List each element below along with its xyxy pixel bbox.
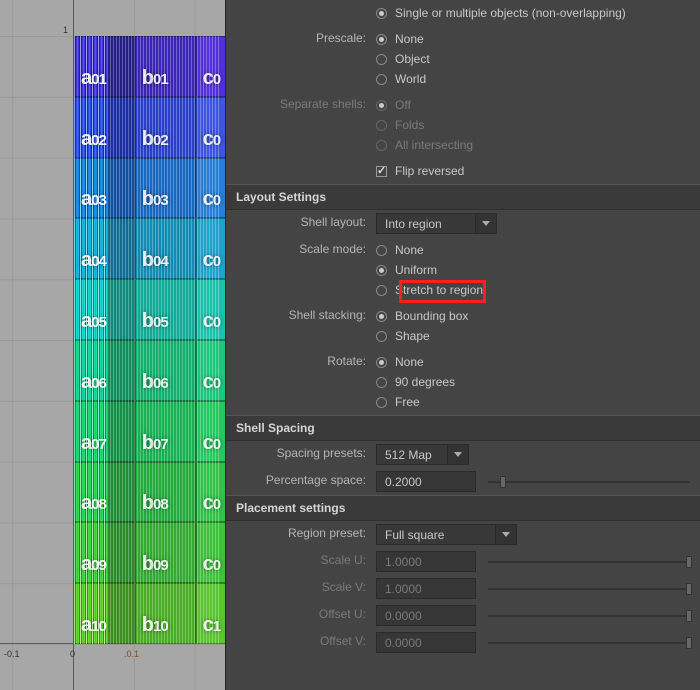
row-offsetV: Offset V:0.0000: [226, 629, 700, 656]
uv-cell: c0: [196, 401, 225, 462]
row-spacing-presets: Spacing presets: 512 Map: [226, 441, 700, 468]
radio-world[interactable]: World: [376, 69, 690, 89]
uv-cell: c0: [196, 279, 225, 340]
radio-folds: Folds: [376, 115, 690, 135]
row-scaleU: Scale U:1.0000: [226, 548, 700, 575]
slider-scaleU: [488, 561, 690, 563]
radio-none[interactable]: None: [376, 29, 690, 49]
radio-none[interactable]: None: [376, 352, 690, 372]
row-prescale: Prescale: NoneObjectWorld: [226, 26, 700, 92]
slider-offsetU: [488, 615, 690, 617]
uv-cell: a05: [74, 279, 135, 340]
uv-cell: a08: [74, 462, 135, 523]
uv-cell: a06: [74, 340, 135, 401]
radio-90-degrees[interactable]: 90 degrees: [376, 372, 690, 392]
input-percentage-space[interactable]: 0.2000: [376, 471, 476, 492]
tick-x1: .0.1: [124, 649, 139, 659]
uv-cell: a07: [74, 401, 135, 462]
row-offsetU: Offset U:0.0000: [226, 602, 700, 629]
slider-offsetV: [488, 642, 690, 644]
input-scaleU: 1.0000: [376, 551, 476, 572]
uv-cell: c0: [196, 36, 225, 97]
uv-cell: c0: [196, 340, 225, 401]
section-placement: Placement settings: [226, 495, 700, 521]
radio-off: Off: [376, 95, 690, 115]
uv-cell: c0: [196, 218, 225, 279]
settings-panel: Single or multiple objects (non-overlapp…: [225, 0, 700, 690]
section-layout: Layout Settings: [226, 184, 700, 210]
select-spacing-presets[interactable]: 512 Map: [376, 444, 448, 465]
input-offsetV: 0.0000: [376, 632, 476, 653]
uv-cell: a02: [74, 97, 135, 158]
uv-cell: c0: [196, 158, 225, 219]
uv-cell: b05: [135, 279, 196, 340]
radio-object[interactable]: Object: [376, 49, 690, 69]
radio-none[interactable]: None: [376, 240, 690, 260]
uv-cell: b07: [135, 401, 196, 462]
chevron-down-icon[interactable]: [496, 524, 517, 545]
uv-cell: c0: [196, 522, 225, 583]
row-single-multi: Single or multiple objects (non-overlapp…: [226, 0, 700, 26]
input-offsetU: 0.0000: [376, 605, 476, 626]
row-separate: Separate shells: OffFoldsAll intersectin…: [226, 92, 700, 158]
uv-cell: c1: [196, 583, 225, 644]
radio-uniform[interactable]: Uniform: [376, 260, 690, 280]
slider-scaleV: [488, 588, 690, 590]
uv-cell: b10: [135, 583, 196, 644]
chevron-down-icon[interactable]: [476, 213, 497, 234]
uv-cell: b01: [135, 36, 196, 97]
radio-bounding-box[interactable]: Bounding box: [376, 306, 690, 326]
uv-cell: b02: [135, 97, 196, 158]
slider-percentage-space[interactable]: [488, 481, 690, 483]
chevron-down-icon[interactable]: [448, 444, 469, 465]
uv-cell: a10: [74, 583, 135, 644]
uv-cell: a09: [74, 522, 135, 583]
radio-stretch-to-region[interactable]: Stretch to region: [376, 280, 690, 300]
uv-cell: a01: [74, 36, 135, 97]
row-stacking: Shell stacking: Bounding boxShape: [226, 303, 700, 349]
tick-y-top: 1: [63, 25, 68, 35]
uv-cell: c0: [196, 97, 225, 158]
row-scale-mode: Scale mode: NoneUniformStretch to region: [226, 237, 700, 303]
row-flip: Flip reversed: [226, 158, 700, 184]
uv-cell: a04: [74, 218, 135, 279]
uv-cell: b03: [135, 158, 196, 219]
radio-shape[interactable]: Shape: [376, 326, 690, 346]
row-percentage-space: Percentage space: 0.2000: [226, 468, 700, 495]
uv-cell: b09: [135, 522, 196, 583]
radio-all-intersecting: All intersecting: [376, 135, 690, 155]
select-shell-layout[interactable]: Into region: [376, 213, 476, 234]
check-flip-reversed[interactable]: Flip reversed: [376, 161, 690, 181]
radio-single-multi[interactable]: Single or multiple objects (non-overlapp…: [376, 3, 690, 23]
section-spacing: Shell Spacing: [226, 415, 700, 441]
uv-cell: c0: [196, 462, 225, 523]
uv-cell: b06: [135, 340, 196, 401]
tick-y-bottom: -0.1: [4, 649, 20, 659]
row-scaleV: Scale V:1.0000: [226, 575, 700, 602]
uv-cell: a03: [74, 158, 135, 219]
radio-free[interactable]: Free: [376, 392, 690, 412]
row-rotate: Rotate: None90 degreesFree: [226, 349, 700, 415]
select-region-preset[interactable]: Full square: [376, 524, 496, 545]
uv-cell: b08: [135, 462, 196, 523]
input-scaleV: 1.0000: [376, 578, 476, 599]
uv-texture: a01b01c0a02b02c0a03b03c0a04b04c0a05b05c0…: [74, 36, 225, 644]
tick-x0: 0: [70, 649, 75, 659]
row-shell-layout: Shell layout: Into region: [226, 210, 700, 237]
row-region-preset: Region preset: Full square: [226, 521, 700, 548]
uv-viewport[interactable]: 1 -0.1 0 .0.1 a01b01c0a02b02c0a03b03c0a0…: [0, 0, 225, 690]
uv-cell: b04: [135, 218, 196, 279]
